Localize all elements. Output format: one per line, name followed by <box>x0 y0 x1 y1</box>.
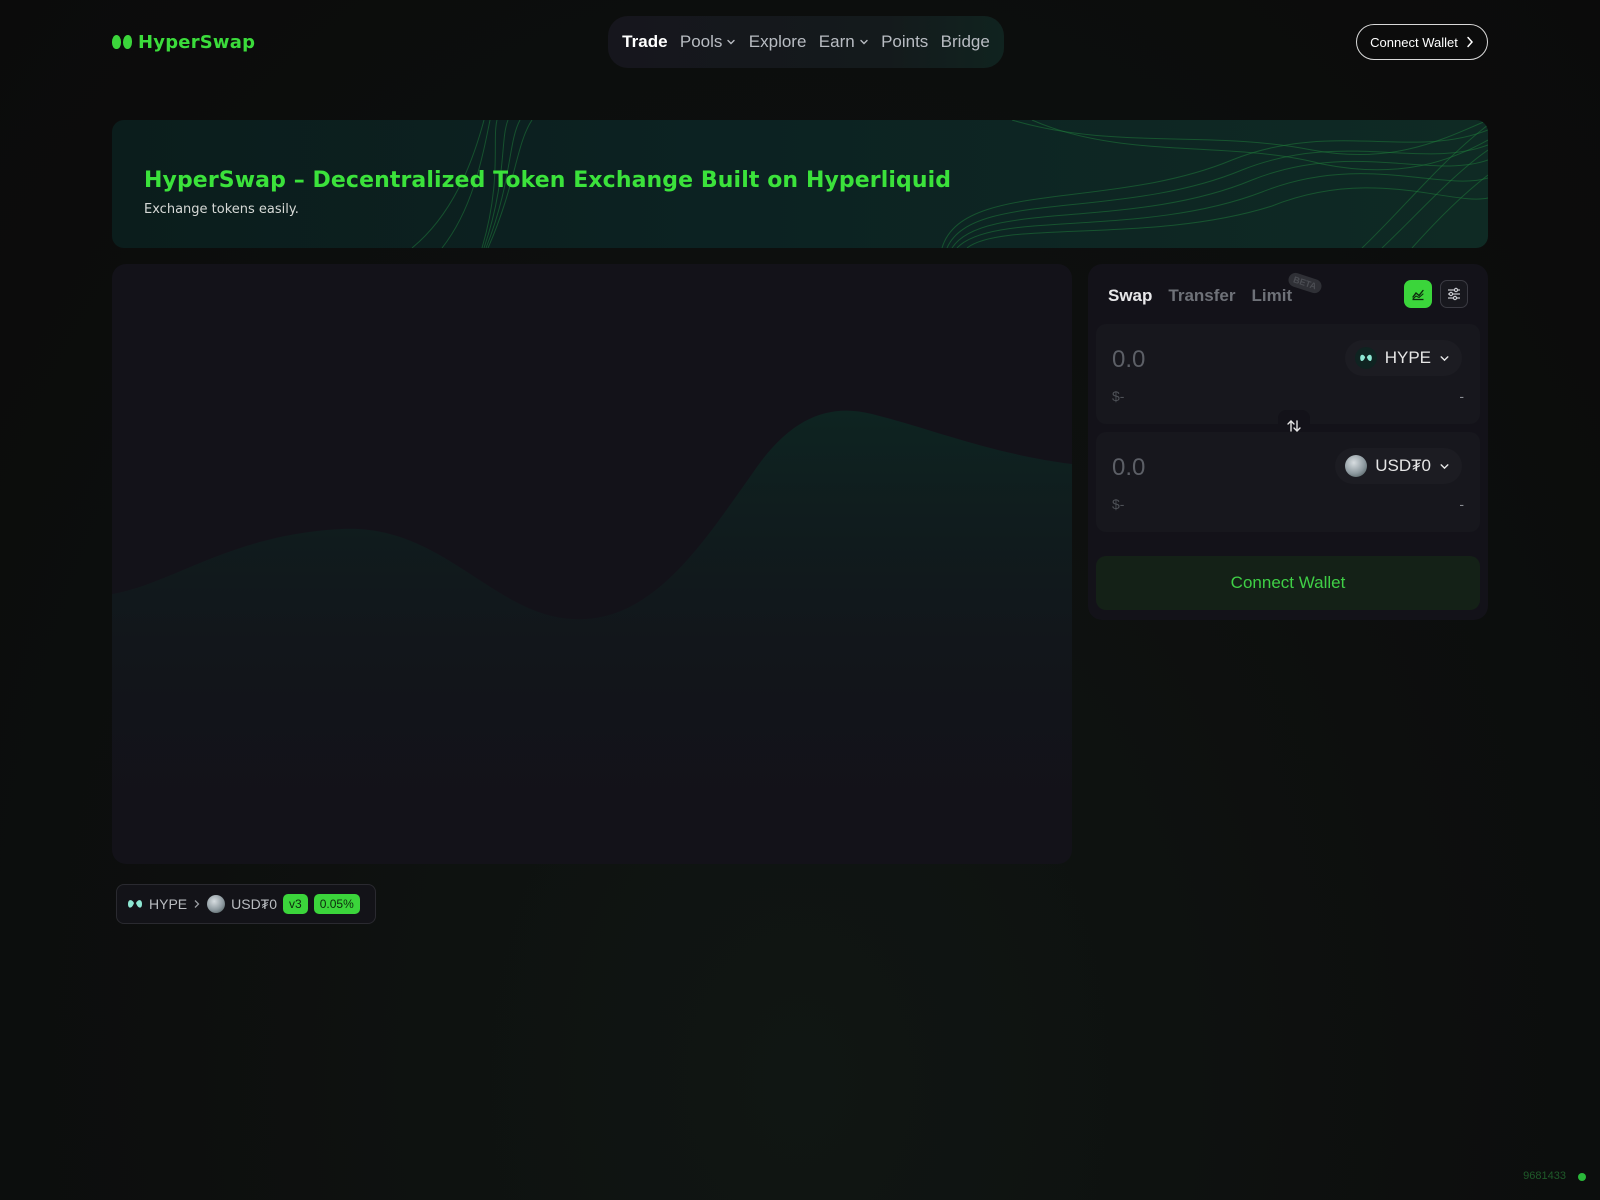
block-number: 9681433 <box>1523 1170 1566 1182</box>
sell-field: HYPE $- - <box>1096 324 1480 424</box>
network-status-dot <box>1578 1173 1586 1181</box>
usdt0-token-icon <box>1345 455 1368 477</box>
buy-balance: - <box>1459 496 1464 512</box>
buy-amount-input[interactable] <box>1112 454 1312 482</box>
nav-item-label: Explore <box>748 32 807 51</box>
usdt0-token-icon <box>207 895 226 913</box>
banner-subtitle: Exchange tokens easily. <box>144 202 299 217</box>
nav-item-label: Trade <box>622 32 668 51</box>
chevron-down-icon <box>1440 355 1449 361</box>
brand-name: HyperSwap <box>138 31 256 53</box>
sliders-icon <box>1448 287 1460 301</box>
sell-token-selector[interactable]: HYPE <box>1344 340 1462 376</box>
sell-amount-input[interactable] <box>1112 346 1312 374</box>
nav-item-pools[interactable]: Pools <box>680 32 737 52</box>
brand-logo[interactable]: HyperSwap <box>112 28 255 56</box>
chart-toggle-button[interactable] <box>1404 280 1432 308</box>
swap-tabs: Swap Transfer Limit BETA <box>1108 271 1323 306</box>
pool-fee-badge: 0.05% <box>313 894 360 914</box>
route-to-token: USD₮0 <box>231 896 278 912</box>
connect-wallet-label: Connect Wallet <box>1370 34 1458 50</box>
sell-token-symbol: HYPE <box>1384 348 1431 367</box>
swap-settings-button[interactable] <box>1440 280 1468 308</box>
nav-item-earn[interactable]: Earn <box>819 32 869 52</box>
buy-token-selector[interactable]: USD₮0 <box>1335 448 1462 484</box>
buy-token-symbol: USD₮0 <box>1375 456 1431 475</box>
swap-route[interactable]: HYPE USD₮0 v3 0.05% <box>116 884 376 924</box>
tab-swap[interactable]: Swap <box>1108 286 1152 306</box>
chevron-down-icon <box>1440 463 1449 469</box>
chevron-down-icon <box>860 39 868 45</box>
swap-connect-wallet-button[interactable]: Connect Wallet <box>1096 556 1480 610</box>
chevron-down-icon <box>727 39 736 45</box>
hyperswap-logo-icon <box>112 35 132 49</box>
nav-item-explore[interactable]: Explore <box>749 32 807 52</box>
route-from-token: HYPE <box>149 896 188 912</box>
tab-limit[interactable]: Limit BETA <box>1251 271 1323 306</box>
sell-balance: - <box>1459 388 1464 404</box>
tab-transfer[interactable]: Transfer <box>1168 286 1235 306</box>
nav-item-trade[interactable]: Trade <box>622 32 667 52</box>
chart-icon <box>1412 289 1424 301</box>
banner-title: HyperSwap – Decentralized Token Exchange… <box>144 168 952 193</box>
hype-token-icon <box>128 900 142 908</box>
pool-version-badge: v3 <box>283 894 308 914</box>
hero-banner: HyperSwap – Decentralized Token Exchange… <box>112 120 1488 248</box>
nav-item-label: Points <box>881 32 929 51</box>
nav-item-label: Bridge <box>940 32 990 51</box>
nav-item-label: Pools <box>679 32 723 51</box>
sell-usd-value: $- <box>1112 388 1125 404</box>
connect-wallet-button[interactable]: Connect Wallet <box>1356 24 1488 60</box>
nav-item-label: Earn <box>818 32 855 51</box>
buy-field: USD₮0 $- - <box>1096 432 1480 532</box>
main-nav: Trade Pools Explore Earn Points Bridge <box>608 16 1004 68</box>
chevron-right-icon <box>1467 36 1473 48</box>
buy-usd-value: $- <box>1112 496 1125 512</box>
hype-token-icon <box>1354 347 1377 369</box>
chevron-right-icon <box>194 900 200 908</box>
nav-item-bridge[interactable]: Bridge <box>941 32 990 52</box>
nav-item-points[interactable]: Points <box>881 32 928 52</box>
swap-panel: Swap Transfer Limit BETA HYPE <box>1088 264 1488 620</box>
price-chart-area <box>112 410 1072 864</box>
price-chart-panel <box>112 264 1072 864</box>
tab-limit-label: Limit <box>1251 286 1293 305</box>
